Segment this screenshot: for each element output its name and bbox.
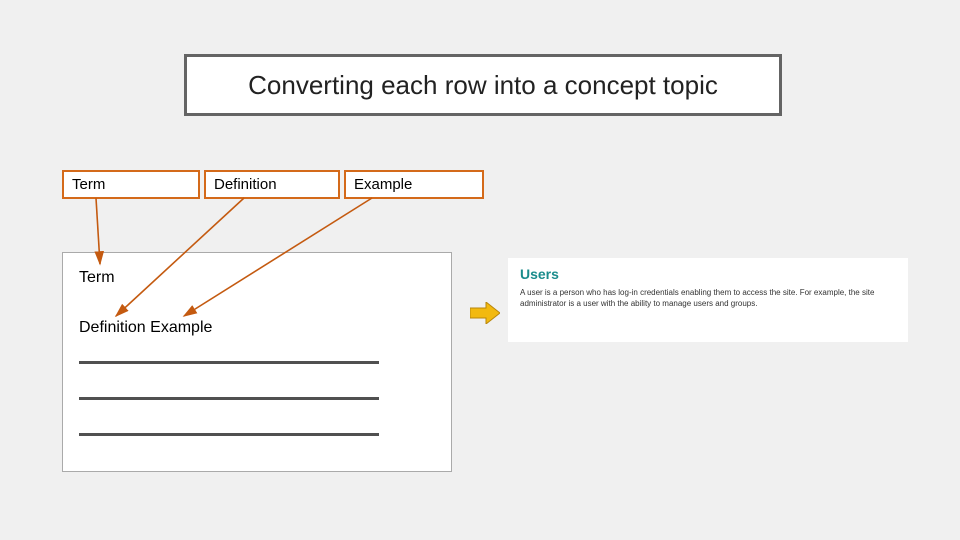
header-example-cell: Example [344, 170, 484, 199]
placeholder-line [79, 397, 379, 400]
concept-topic-template: Term Definition Example [62, 252, 452, 472]
rendered-preview: Users A user is a person who has log-in … [508, 258, 908, 342]
placeholder-line [79, 361, 379, 364]
placeholder-line [79, 433, 379, 436]
preview-heading: Users [508, 258, 908, 282]
topic-title-label: Term [79, 269, 115, 287]
yields-arrow-icon [470, 302, 500, 324]
header-term-cell: Term [62, 170, 200, 199]
header-definition-cell: Definition [204, 170, 340, 199]
preview-body: A user is a person who has log-in creden… [508, 282, 908, 310]
slide-title: Converting each row into a concept topic [184, 54, 782, 116]
topic-body-labels: Definition Example [79, 319, 212, 337]
